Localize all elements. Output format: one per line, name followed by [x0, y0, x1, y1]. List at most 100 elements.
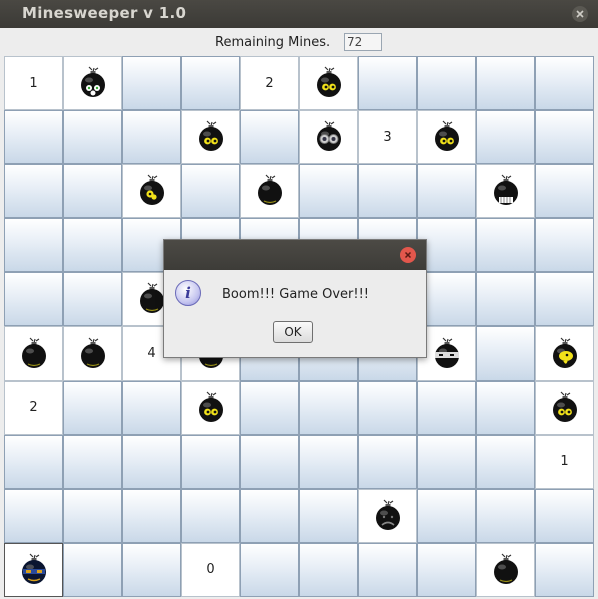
window-titlebar: Minesweeper v 1.0 [0, 0, 598, 28]
close-icon [576, 10, 584, 18]
revealed-cell[interactable]: 3 [358, 110, 417, 165]
plain-mine-icon [17, 337, 50, 370]
unrevealed-cell[interactable] [240, 110, 299, 165]
unrevealed-cell[interactable] [535, 272, 594, 327]
mine-cell[interactable] [476, 164, 535, 219]
unrevealed-cell[interactable] [476, 110, 535, 165]
unrevealed-cell[interactable] [299, 434, 358, 489]
unrevealed-cell[interactable] [63, 110, 122, 165]
cool-mine-icon [194, 391, 227, 424]
unrevealed-cell[interactable] [417, 164, 476, 219]
unrevealed-cell[interactable] [535, 110, 594, 165]
unrevealed-cell[interactable] [63, 164, 122, 219]
unrevealed-cell[interactable] [181, 434, 240, 489]
unrevealed-cell[interactable] [358, 164, 417, 219]
mine-cell[interactable] [240, 164, 299, 219]
revealed-cell[interactable]: 1 [4, 56, 63, 111]
goggles-mine-icon [312, 120, 345, 154]
revealed-cell[interactable]: 1 [535, 434, 594, 489]
unrevealed-cell[interactable] [4, 488, 63, 543]
unrevealed-cell[interactable] [535, 218, 594, 273]
unrevealed-cell[interactable] [417, 542, 476, 597]
mine-cell[interactable] [63, 326, 122, 381]
unrevealed-cell[interactable] [122, 110, 181, 165]
mine-cell[interactable] [358, 488, 417, 543]
unrevealed-cell[interactable] [240, 380, 299, 435]
unrevealed-cell[interactable] [63, 272, 122, 327]
unrevealed-cell[interactable] [63, 542, 122, 597]
window-close-button[interactable] [572, 6, 588, 22]
unrevealed-cell[interactable] [476, 488, 535, 543]
unrevealed-cell[interactable] [535, 488, 594, 543]
mine-cell[interactable] [417, 110, 476, 165]
revealed-cell[interactable]: 0 [181, 542, 240, 597]
dialog-close-button[interactable] [400, 247, 416, 263]
unrevealed-cell[interactable] [4, 434, 63, 489]
unrevealed-cell[interactable] [122, 56, 181, 111]
unrevealed-cell[interactable] [240, 542, 299, 597]
mine-cell[interactable] [299, 56, 358, 111]
unrevealed-cell[interactable] [417, 434, 476, 489]
mine-cell[interactable] [181, 110, 240, 165]
unrevealed-cell[interactable] [358, 380, 417, 435]
unrevealed-cell[interactable] [4, 110, 63, 165]
unrevealed-cell[interactable] [358, 434, 417, 489]
revealed-cell[interactable]: 2 [240, 56, 299, 111]
mine-cell[interactable] [4, 326, 63, 381]
ok-button[interactable]: OK [273, 321, 313, 343]
unrevealed-cell[interactable] [299, 164, 358, 219]
unrevealed-cell[interactable] [476, 272, 535, 327]
unrevealed-cell[interactable] [4, 272, 63, 327]
unrevealed-cell[interactable] [63, 488, 122, 543]
unrevealed-cell[interactable] [417, 488, 476, 543]
grin-mine-icon [489, 174, 522, 208]
cool-mine-icon [194, 120, 227, 154]
unrevealed-cell[interactable] [240, 488, 299, 543]
unrevealed-cell[interactable] [417, 56, 476, 111]
tongue-mine-icon [548, 337, 581, 370]
unrevealed-cell[interactable] [181, 164, 240, 219]
unrevealed-cell[interactable] [122, 542, 181, 597]
unrevealed-cell[interactable] [299, 488, 358, 543]
cool-mine-icon [312, 66, 345, 100]
unrevealed-cell[interactable] [476, 218, 535, 273]
unrevealed-cell[interactable] [358, 56, 417, 111]
unrevealed-cell[interactable] [63, 218, 122, 273]
cell-number: 1 [560, 454, 569, 470]
unrevealed-cell[interactable] [299, 542, 358, 597]
mine-cell[interactable] [181, 380, 240, 435]
unrevealed-cell[interactable] [63, 380, 122, 435]
unrevealed-cell[interactable] [122, 380, 181, 435]
unrevealed-cell[interactable] [122, 488, 181, 543]
mine-cell[interactable] [299, 110, 358, 165]
mine-cell[interactable] [122, 164, 181, 219]
unrevealed-cell[interactable] [535, 542, 594, 597]
unrevealed-cell[interactable] [4, 164, 63, 219]
mine-cell[interactable] [63, 56, 122, 111]
unrevealed-cell[interactable] [476, 56, 535, 111]
status-bar: Remaining Mines. 72 [0, 28, 598, 56]
frown-mine-icon [371, 499, 404, 532]
mine-cell[interactable] [476, 542, 535, 597]
mine-cell[interactable] [535, 380, 594, 435]
unrevealed-cell[interactable] [476, 434, 535, 489]
unrevealed-cell[interactable] [299, 380, 358, 435]
game-over-dialog: i Boom!!! Game Over!!! OK [163, 239, 427, 358]
unrevealed-cell[interactable] [535, 164, 594, 219]
unrevealed-cell[interactable] [181, 56, 240, 111]
exploded-mine-cell[interactable] [4, 542, 63, 597]
info-icon: i [175, 280, 201, 306]
unrevealed-cell[interactable] [535, 56, 594, 111]
mine-cell[interactable] [535, 326, 594, 381]
unrevealed-cell[interactable] [181, 488, 240, 543]
unrevealed-cell[interactable] [4, 218, 63, 273]
unrevealed-cell[interactable] [240, 434, 299, 489]
unrevealed-cell[interactable] [417, 380, 476, 435]
unrevealed-cell[interactable] [358, 542, 417, 597]
remaining-mines-field[interactable]: 72 [344, 33, 382, 51]
unrevealed-cell[interactable] [63, 434, 122, 489]
revealed-cell[interactable]: 2 [4, 380, 63, 435]
unrevealed-cell[interactable] [476, 380, 535, 435]
unrevealed-cell[interactable] [122, 434, 181, 489]
unrevealed-cell[interactable] [476, 326, 535, 381]
